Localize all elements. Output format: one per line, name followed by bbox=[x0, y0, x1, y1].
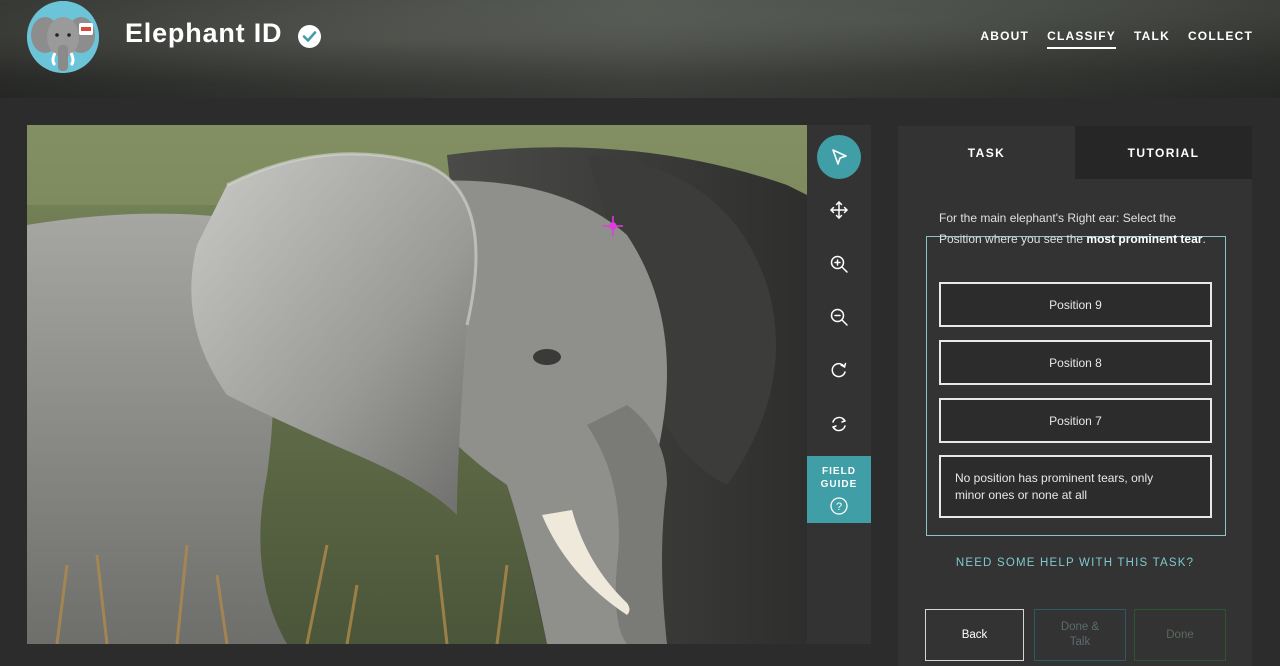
zoom-out-button[interactable] bbox=[817, 295, 861, 339]
task-question: For the main elephant's Right ear: Selec… bbox=[939, 208, 1209, 250]
nav-collect[interactable]: COLLECT bbox=[1188, 29, 1253, 49]
site-header: Elephant ID ABOUT CLASSIFY TALK COLLECT bbox=[0, 0, 1280, 98]
move-tool-button[interactable] bbox=[817, 188, 861, 232]
answer-position-9[interactable]: Position 9 bbox=[939, 282, 1212, 327]
svg-text:?: ? bbox=[836, 501, 842, 513]
task-panel: TASK TUTORIAL For the main elephant's Ri… bbox=[898, 126, 1252, 666]
verified-badge-icon bbox=[298, 25, 321, 48]
zoom-in-button[interactable] bbox=[817, 242, 861, 286]
rotate-button[interactable] bbox=[817, 348, 861, 392]
answer-no-prominent-tears[interactable]: No position has prominent tears, only mi… bbox=[939, 455, 1212, 518]
task-tabs: TASK TUTORIAL bbox=[898, 126, 1252, 179]
tab-tutorial[interactable]: TUTORIAL bbox=[1075, 126, 1252, 179]
main-nav: ABOUT CLASSIFY TALK COLLECT bbox=[980, 29, 1253, 49]
done-and-talk-button[interactable]: Done & Talk bbox=[1034, 609, 1126, 661]
tab-task[interactable]: TASK bbox=[898, 126, 1075, 179]
image-toolbar: FIELD GUIDE ? bbox=[807, 125, 871, 644]
project-avatar[interactable] bbox=[27, 1, 99, 73]
answer-position-8[interactable]: Position 8 bbox=[939, 340, 1212, 385]
nav-about[interactable]: ABOUT bbox=[980, 29, 1029, 49]
task-help-link[interactable]: NEED SOME HELP WITH THIS TASK? bbox=[898, 557, 1252, 569]
done-button[interactable]: Done bbox=[1134, 609, 1226, 661]
reset-icon bbox=[832, 416, 846, 432]
move-icon bbox=[830, 201, 848, 219]
project-title[interactable]: Elephant ID bbox=[125, 18, 282, 49]
nav-classify[interactable]: CLASSIFY bbox=[1047, 29, 1117, 49]
nav-talk[interactable]: TALK bbox=[1134, 29, 1170, 49]
zoom-in-icon bbox=[830, 255, 848, 273]
question-end: . bbox=[1202, 232, 1206, 246]
zoom-out-icon bbox=[830, 308, 848, 326]
field-guide-button[interactable]: FIELD GUIDE ? bbox=[807, 456, 871, 523]
question-emphasis: most prominent tear bbox=[1086, 232, 1203, 246]
elephant-logo-icon bbox=[27, 1, 99, 73]
question-icon: ? bbox=[830, 497, 848, 515]
answer-position-7[interactable]: Position 7 bbox=[939, 398, 1212, 443]
subject-image[interactable] bbox=[27, 125, 807, 644]
back-button[interactable]: Back bbox=[925, 609, 1024, 661]
pointer-tool-button[interactable] bbox=[817, 135, 861, 179]
pointer-icon bbox=[832, 149, 847, 165]
reset-button[interactable] bbox=[817, 402, 861, 446]
field-guide-label: FIELD GUIDE bbox=[820, 466, 858, 490]
rotate-icon bbox=[831, 362, 847, 378]
elephant-photo bbox=[27, 125, 807, 644]
